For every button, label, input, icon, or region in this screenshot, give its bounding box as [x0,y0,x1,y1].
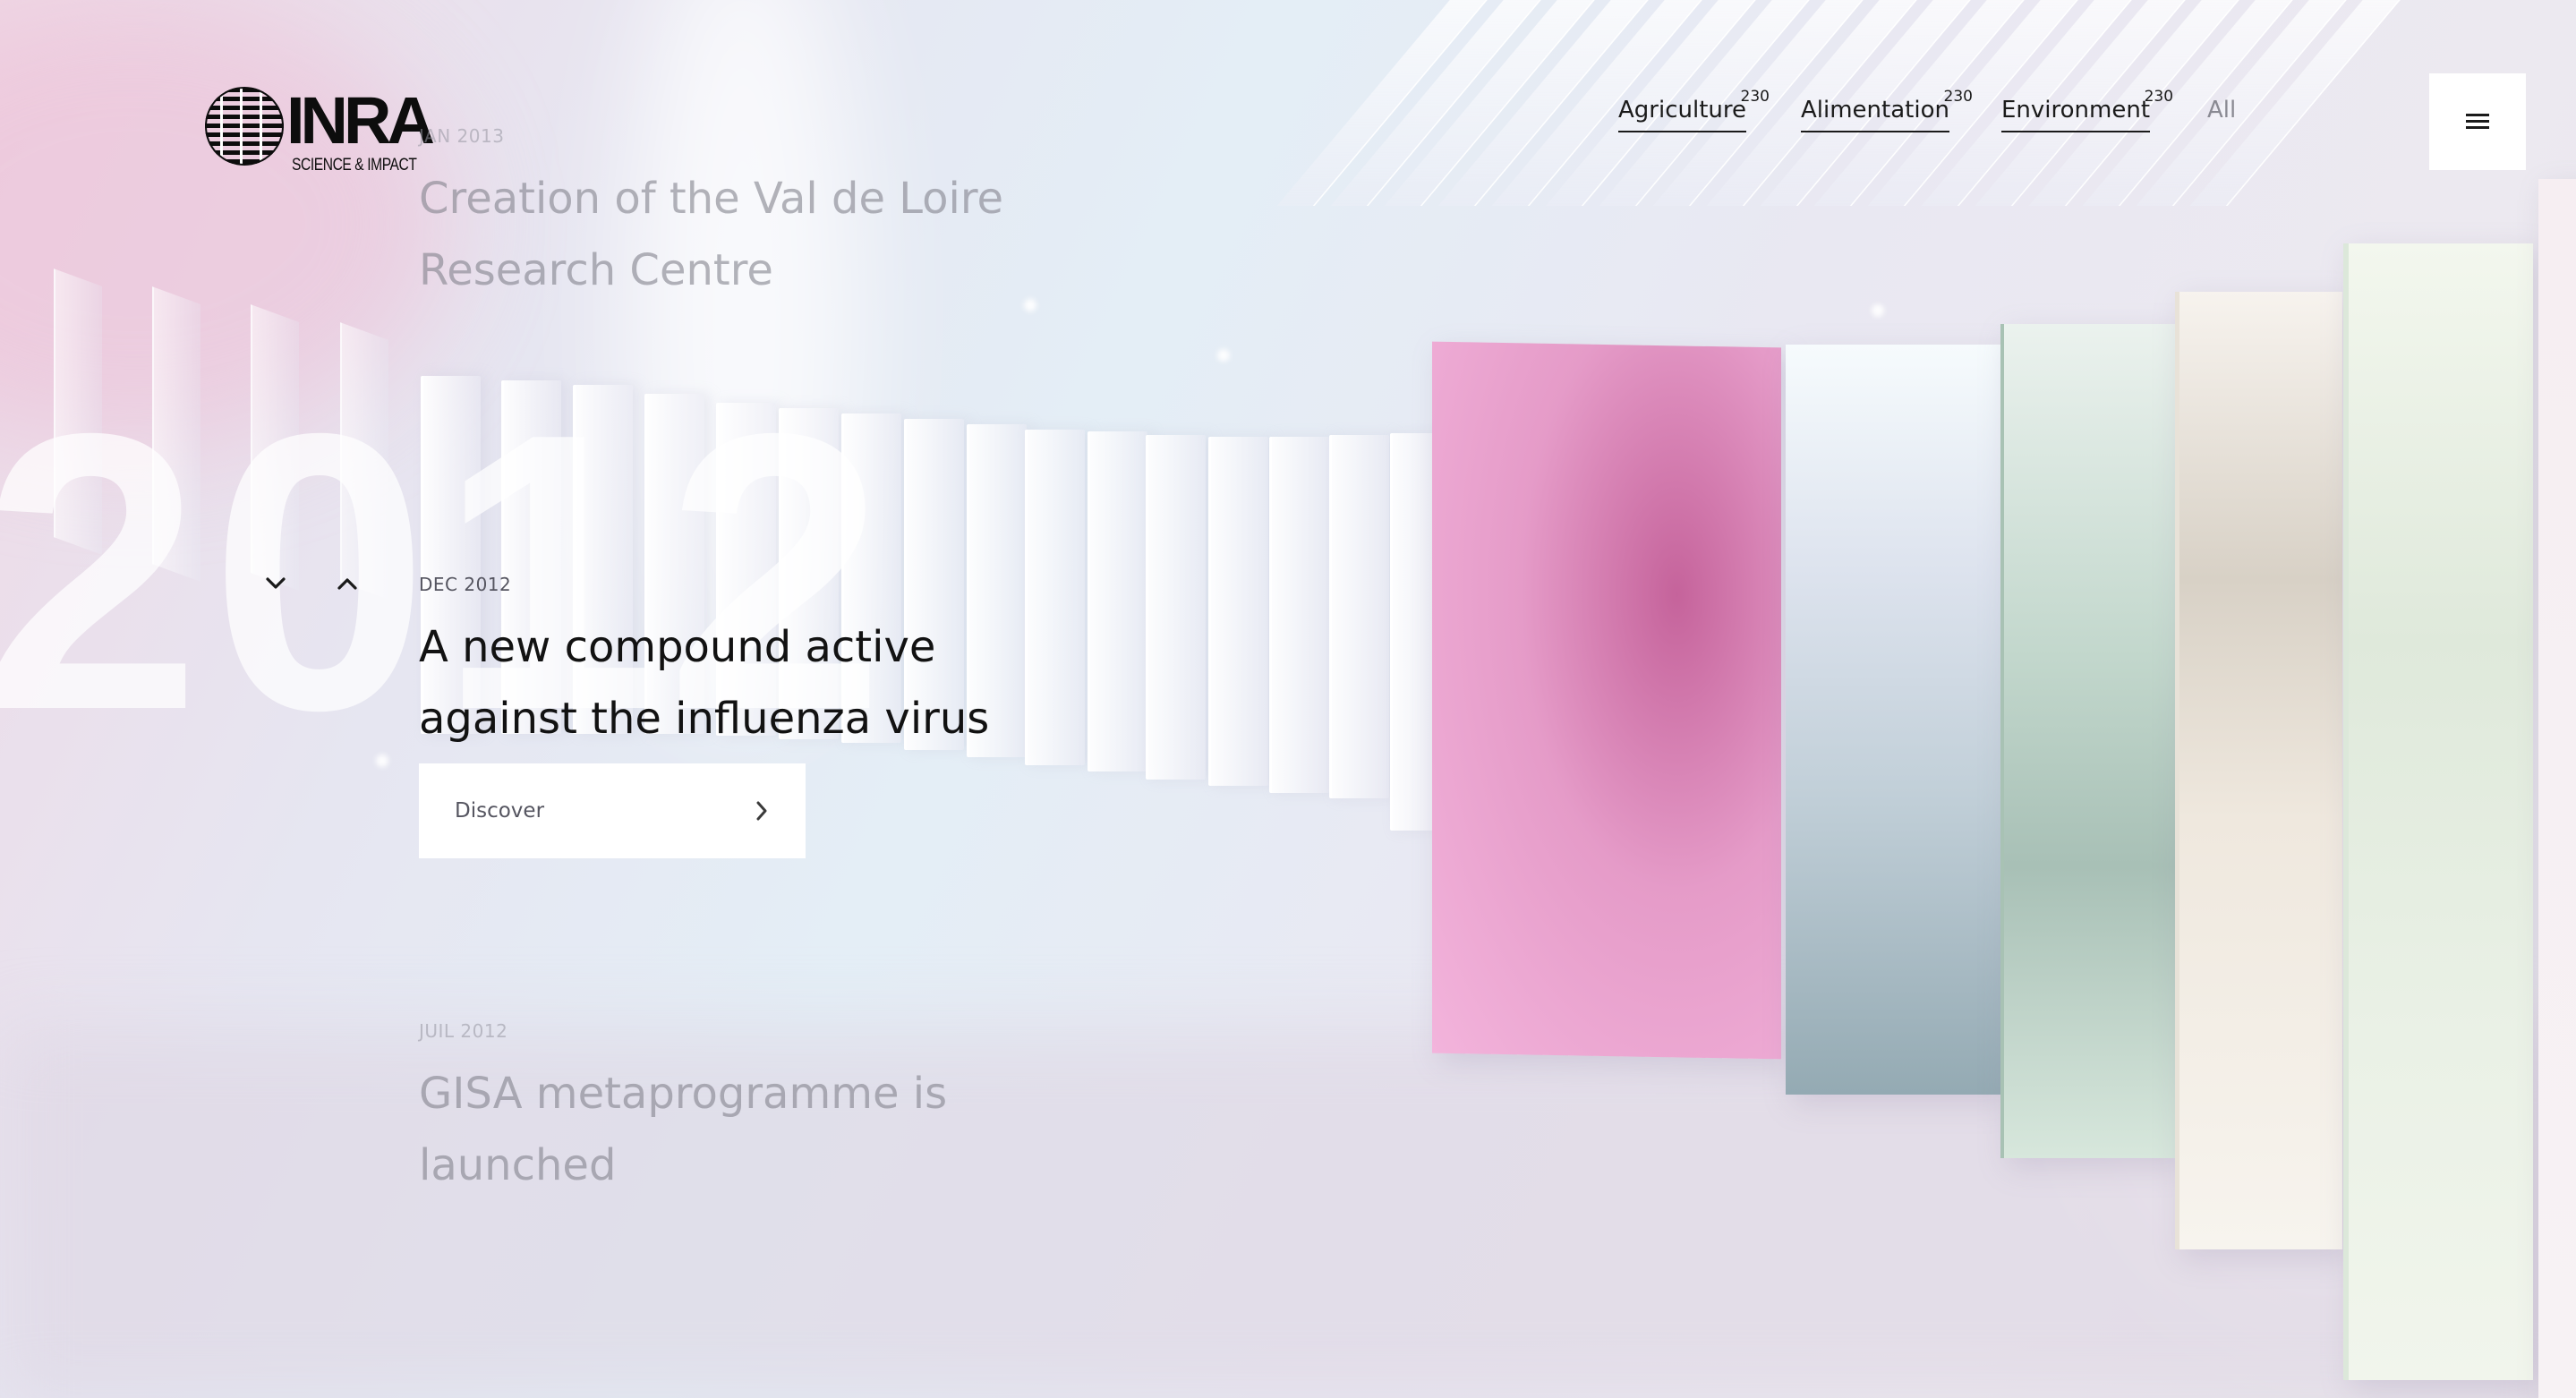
nav-item-agriculture[interactable]: Agriculture 230 [1618,88,1770,132]
entry-title-line2: launched [419,1140,617,1190]
cream-panel [2175,292,2342,1249]
menu-button[interactable] [2429,73,2526,170]
nav-count-badge: 230 [1943,88,1973,106]
hamburger-icon [2466,114,2489,129]
nav-item-environment[interactable]: Environment 230 [2001,88,2173,132]
logo-wordmark: INRA [286,83,435,158]
entry-title-line1: GISA metaprogramme is [419,1069,948,1119]
entry-date: JUIL 2012 [419,1020,508,1042]
nav-label: Agriculture [1618,97,1746,132]
nav-count-badge: 230 [2144,88,2174,106]
chevron-right-icon [756,801,767,821]
entry-title-line1: A new compound active [419,622,936,672]
timeline-entry-current: DEC 2012 A new compound active against t… [419,574,989,754]
entry-title-line1: Creation of the Val de Loire [419,174,1004,224]
next-entry-button[interactable] [258,566,294,601]
globe-icon [205,87,284,166]
entry-date: DEC 2012 [419,574,512,595]
nav-item-all[interactable]: All [2207,97,2236,124]
nav-item-alimentation[interactable]: Alimentation 230 [1801,88,1973,132]
discover-button[interactable]: Discover [419,763,806,858]
entry-title-line2: against the influenza virus [419,694,990,744]
nav-label: Alimentation [1801,97,1949,132]
edge-panel [2538,179,2576,1398]
chevron-down-icon [266,577,286,589]
nav-count-badge: 230 [1740,88,1770,106]
pink-panel [1432,341,1781,1060]
mint-panel [2000,324,2179,1158]
logo-tagline: SCIENCE & IMPACT [292,156,417,175]
inra-logo[interactable]: INRA SCIENCE & IMPACT [204,86,435,179]
pale-green-panel [2343,243,2533,1380]
chevron-up-icon [337,578,357,590]
timeline-entry-previous[interactable]: JAN 2013 Creation of the Val de Loire Re… [419,125,1003,306]
blue-grey-panel [1786,345,2000,1095]
timeline-entry-next[interactable]: JUIL 2012 GISA metaprogramme is launched [419,1020,947,1201]
nav-label: Environment [2001,97,2151,132]
previous-entry-button[interactable] [329,566,365,601]
entry-title-line2: Research Centre [419,245,773,295]
entry-date: JAN 2013 [419,125,505,147]
discover-label: Discover [455,799,545,823]
